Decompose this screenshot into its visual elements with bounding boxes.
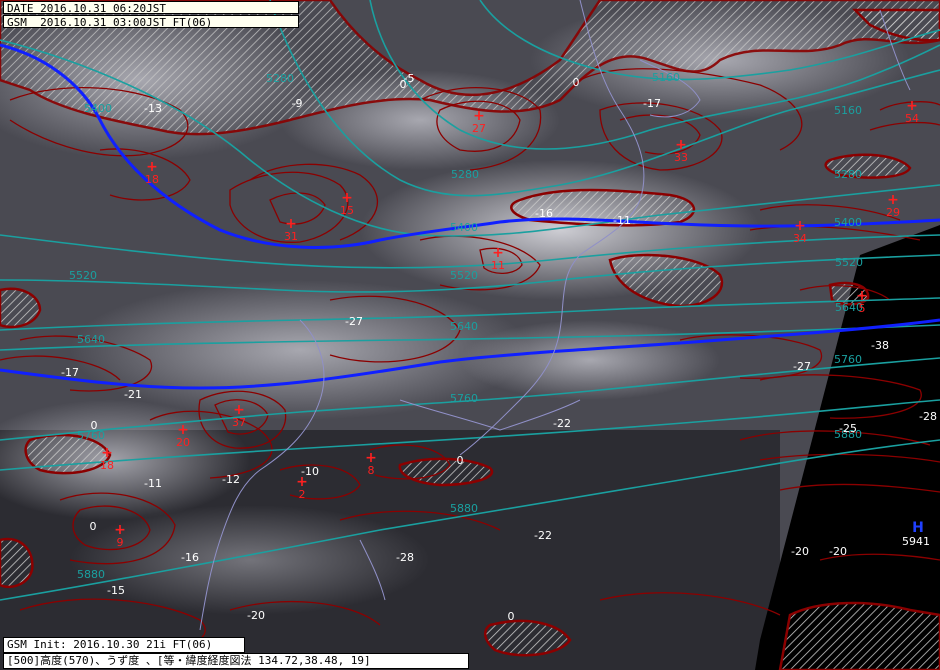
negative-vorticity-value: -17 bbox=[643, 97, 661, 110]
negative-vorticity-value: -13 bbox=[144, 102, 162, 115]
negative-vorticity-value: -20 bbox=[247, 609, 265, 622]
negative-vorticity-value: -20 bbox=[829, 545, 847, 558]
positive-vorticity-value: 27 bbox=[472, 122, 486, 135]
negative-vorticity-value: -11 bbox=[144, 477, 162, 490]
positive-vorticity-value: 5 bbox=[859, 302, 866, 315]
negative-vorticity-value: -12 bbox=[222, 473, 240, 486]
negative-vorticity-value: -38 bbox=[871, 339, 889, 352]
negative-vorticity-value: -16 bbox=[181, 551, 199, 564]
negative-vorticity-value: -16 bbox=[535, 207, 553, 220]
negative-vorticity-value: -20 bbox=[791, 545, 809, 558]
negative-vorticity-value: -15 bbox=[107, 584, 125, 597]
height-label: 5760 bbox=[834, 353, 862, 366]
model-header: GSM 2016.10.31 03:00JST FT(06) bbox=[3, 15, 299, 29]
zero-vorticity-label: 0 bbox=[91, 419, 98, 432]
negative-vorticity-value: -28 bbox=[919, 410, 937, 423]
negative-vorticity-value: -22 bbox=[534, 529, 552, 542]
positive-vorticity-value: 11 bbox=[491, 259, 505, 272]
height-label: 5400 bbox=[84, 102, 112, 115]
positive-vorticity-value: 9 bbox=[117, 536, 124, 549]
positive-vorticity-value: 18 bbox=[145, 173, 159, 186]
height-label: 5640 bbox=[450, 320, 478, 333]
zero-vorticity-label: 0 bbox=[573, 76, 580, 89]
positive-vorticity-value: 37 bbox=[232, 416, 246, 429]
negative-vorticity-value: -27 bbox=[345, 315, 363, 328]
height-label: 5160 bbox=[652, 71, 680, 84]
caption-footer: [500]高度(570)、うず度 、[等・緯度経度図法 134.72,38.48… bbox=[3, 653, 469, 669]
positive-vorticity-value: 33 bbox=[674, 151, 688, 164]
negative-vorticity-value: -25 bbox=[839, 422, 857, 435]
positive-vorticity-value: 8 bbox=[368, 464, 375, 477]
positive-vorticity-value: 54 bbox=[905, 112, 919, 125]
high-center-value: 5941 bbox=[902, 535, 930, 548]
height-label: 5880 bbox=[77, 568, 105, 581]
height-label: 5520 bbox=[69, 269, 97, 282]
negative-vorticity-value: -28 bbox=[396, 551, 414, 564]
zero-vorticity-label: 0 bbox=[457, 454, 464, 467]
positive-vorticity-value: 34 bbox=[793, 232, 807, 245]
positive-vorticity-value: 2 bbox=[299, 488, 306, 501]
negative-vorticity-value: -9 bbox=[292, 97, 303, 110]
height-label: 5880 bbox=[450, 502, 478, 515]
negative-vorticity-value: -10 bbox=[301, 465, 319, 478]
negative-vorticity-value: -22 bbox=[553, 417, 571, 430]
date-header: DATE 2016.10.31 06:20JST bbox=[3, 1, 299, 15]
height-label: 5280 bbox=[451, 168, 479, 181]
height-label: 5400 bbox=[450, 221, 478, 234]
negative-vorticity-value: -17 bbox=[61, 366, 79, 379]
height-label: 5640 bbox=[77, 333, 105, 346]
positive-vorticity-value: 29 bbox=[886, 206, 900, 219]
height-label: 5760 bbox=[450, 392, 478, 405]
height-label: 5520 bbox=[450, 269, 478, 282]
zero-vorticity-label: 0 bbox=[90, 520, 97, 533]
high-center-symbol: H bbox=[912, 520, 924, 536]
upper-air-chart: 5280 5160516052805400528054005520 55205640… bbox=[0, 0, 940, 670]
negative-vorticity-value: -27 bbox=[793, 360, 811, 373]
init-footer: GSM Init: 2016.10.30 21i FT(06) bbox=[3, 637, 245, 653]
weather-map-viewer: 5280 5160 5160 5280 5400 5280 5400 5520 5520 5640… bbox=[0, 0, 940, 670]
positive-vorticity-value: 15 bbox=[340, 204, 354, 217]
positive-vorticity-value: 20 bbox=[176, 436, 190, 449]
positive-vorticity-value: 31 bbox=[284, 230, 298, 243]
height-label: 5280 bbox=[834, 168, 862, 181]
negative-vorticity-value: -11 bbox=[613, 214, 631, 227]
negative-vorticity-value: -21 bbox=[124, 388, 142, 401]
zero-vorticity-label: 0 bbox=[508, 610, 515, 623]
positive-vorticity-value: 18 bbox=[100, 459, 114, 472]
height-label: 5160 bbox=[834, 104, 862, 117]
height-label: 5400 bbox=[834, 216, 862, 229]
height-label: 5520 bbox=[835, 256, 863, 269]
zero-vorticity-label: 0 bbox=[400, 78, 407, 91]
height-label: 5280 bbox=[266, 72, 294, 85]
